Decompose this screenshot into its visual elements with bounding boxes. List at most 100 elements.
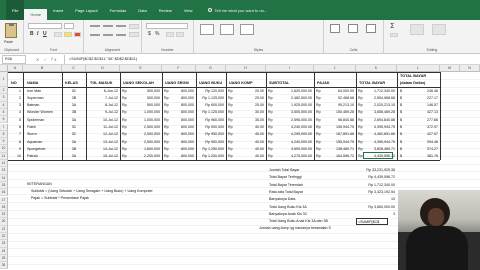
cell-nama[interactable]: Iron Man [26,88,62,95]
row-header[interactable]: 25 [0,254,8,263]
cell-uang-buku[interactable]: Rp 950,000 [197,131,225,138]
align-left-icon[interactable] [90,34,100,36]
cell-uang-sekolah[interactable]: 1,000,000 [130,109,161,116]
cell-tgl-masuk[interactable]: 7-Jul-12 [88,95,119,102]
row-header[interactable]: 5 [0,108,8,117]
summary-value[interactable]: Rp 4,439,596.72 [356,174,396,181]
cell-subtotal[interactable]: 4,240,000.00 [276,124,313,131]
percent-icon[interactable]: % [155,31,159,37]
cell-no[interactable]: 10 [10,153,22,160]
cell-no[interactable]: 5 [10,117,22,124]
cell-uang-srgm[interactable]: 800,000 [172,153,195,160]
paste-icon[interactable] [5,23,17,38]
row-header[interactable]: 12 [0,160,8,168]
cell-uang-sekolah[interactable]: 2,500,000 [130,131,161,138]
cell-pajak[interactable]: 98,840.88 [324,117,355,124]
font-size-dropdown[interactable] [64,23,74,29]
cell-uang-sekolah[interactable]: 2,500,000 [130,124,161,131]
cell-kelas[interactable]: 3A [64,117,84,124]
cell-total-bayar[interactable]: 4,395,944.75 [366,124,396,131]
cell-no[interactable]: 9 [10,146,22,153]
tab-view[interactable]: View [178,0,199,20]
cell-uang-buku[interactable]: Rp 900,000 [197,139,225,146]
cell-total-bayar[interactable]: 2,020,213.10 [366,102,396,109]
column-header[interactable]: J [314,65,356,72]
tab-page-layout[interactable]: Page Layout [69,0,103,20]
cell-uang-buku[interactable]: Rp 900,000 [197,124,225,131]
cell-pajak[interactable]: 155,944.75 [324,139,355,146]
cell-pajak[interactable]: 155,944.75 [324,124,355,131]
cell-uang-komp[interactable]: 40.00 [236,153,265,160]
cell-uang-buku[interactable]: Rp 1,125,000 [197,95,225,102]
column-header[interactable]: D [86,65,120,72]
cell-uang-buku[interactable]: Rp 120,000 [197,88,225,95]
row-header[interactable]: 22 [0,233,8,241]
summary-formula-editing-cell[interactable]: =SUMIF($C$ [356,218,388,226]
cell-uang-srgm[interactable]: 800,000 [172,102,195,109]
row-header[interactable]: 20 [0,218,8,226]
cell-uang-srgm[interactable]: 800,000 [172,95,195,102]
cell-uang-srgm[interactable]: 800,000 [172,146,195,153]
column-header[interactable]: K [356,65,397,72]
cell-tgl-masuk[interactable]: 13-Jul-12 [88,139,119,146]
row-header[interactable]: 26 [0,262,8,270]
cell-total-dollar[interactable]: 146.57 [409,102,439,109]
cell-total-bayar[interactable]: 3,656,469.28 [366,109,396,116]
cell-total-dollar[interactable]: 374.27 [409,146,439,153]
row-header[interactable]: 1 [0,72,8,87]
find-select-icon[interactable] [432,24,446,35]
cell-total-dollar[interactable]: 294.46 [409,139,439,146]
cell-uang-komp[interactable]: 40.00 [236,139,265,146]
column-header[interactable]: E [120,65,162,72]
row-header[interactable]: 19 [0,211,8,219]
cell-total-bayar[interactable]: 4,395,944.75 [366,139,396,146]
cell-subtotal[interactable]: 1,925,000.00 [276,102,313,109]
currency-icon[interactable]: $ [148,31,151,37]
column-header[interactable]: M [440,65,460,72]
cell-uang-sekolah[interactable]: 1,600,000 [130,146,161,153]
cell-subtotal[interactable]: 4,295,000.00 [276,131,313,138]
merge-center-icon[interactable] [129,32,139,37]
cell-kelas[interactable]: 3C [64,124,84,131]
formula-input[interactable]: =SUMIF($C$2:$C$11,"3A",$D$2:$D$11) [64,54,480,64]
column-header[interactable]: L [397,65,440,72]
fill-icon[interactable] [390,33,398,37]
underline-icon[interactable]: U [43,31,47,37]
column-header[interactable]: C [62,65,86,72]
fx-icon[interactable]: ✕ ✓ fx [36,57,64,62]
cell-styles-icon[interactable] [240,24,254,35]
cell-pajak[interactable]: 150,469.28 [324,109,355,116]
cell-total-dollar[interactable]: 381.76 [409,153,439,160]
summary-value[interactable]: Rp 1,712,340.00 [356,182,396,189]
cell-subtotal[interactable]: 4,275,000.00 [276,153,313,160]
number-format-dropdown[interactable] [146,23,188,29]
font-color-icon[interactable] [74,32,81,37]
row-header[interactable]: 13 [0,167,8,175]
cell-tgl-masuk[interactable]: 10-Jul-12 [88,117,119,124]
cell-uang-sekolah[interactable]: 500,000 [130,95,161,102]
cell-kelas[interactable]: 3B [64,95,84,102]
cell-nama[interactable]: Superman [26,95,62,102]
cell-pajak[interactable]: 95,213.10 [324,102,355,109]
autosum-icon[interactable]: Σ [390,22,394,30]
cell-total-bayar[interactable]: 1,712,340.00 [366,88,396,95]
row-header[interactable]: 17 [0,196,8,204]
column-header[interactable]: A [8,65,23,72]
cell-kelas[interactable]: 3B [64,109,84,116]
cell-total-bayar[interactable]: 2,694,840.88 [366,117,396,124]
cell-subtotal[interactable]: 1,620,000.00 [276,88,313,95]
row-header[interactable]: 21 [0,225,8,233]
summary-value[interactable]: 10 [356,196,396,203]
decrease-decimal-icon[interactable] [176,32,184,37]
cell-no[interactable]: 8 [10,139,22,146]
cell-total-dollar[interactable]: 277.66 [409,117,439,124]
column-header[interactable]: N [460,65,480,72]
row-header[interactable]: 18 [0,203,8,212]
align-center-icon[interactable] [103,34,113,36]
format-as-table-icon[interactable] [220,24,234,35]
cell-total-dollar[interactable]: 227.17 [409,95,439,102]
cell-total-bayar[interactable]: 4,462,891.66 [366,131,396,138]
cell-subtotal[interactable]: 2,482,500.00 [276,95,313,102]
summary-value[interactable]: 3 [356,211,396,218]
row-header[interactable]: 3 [0,94,8,102]
